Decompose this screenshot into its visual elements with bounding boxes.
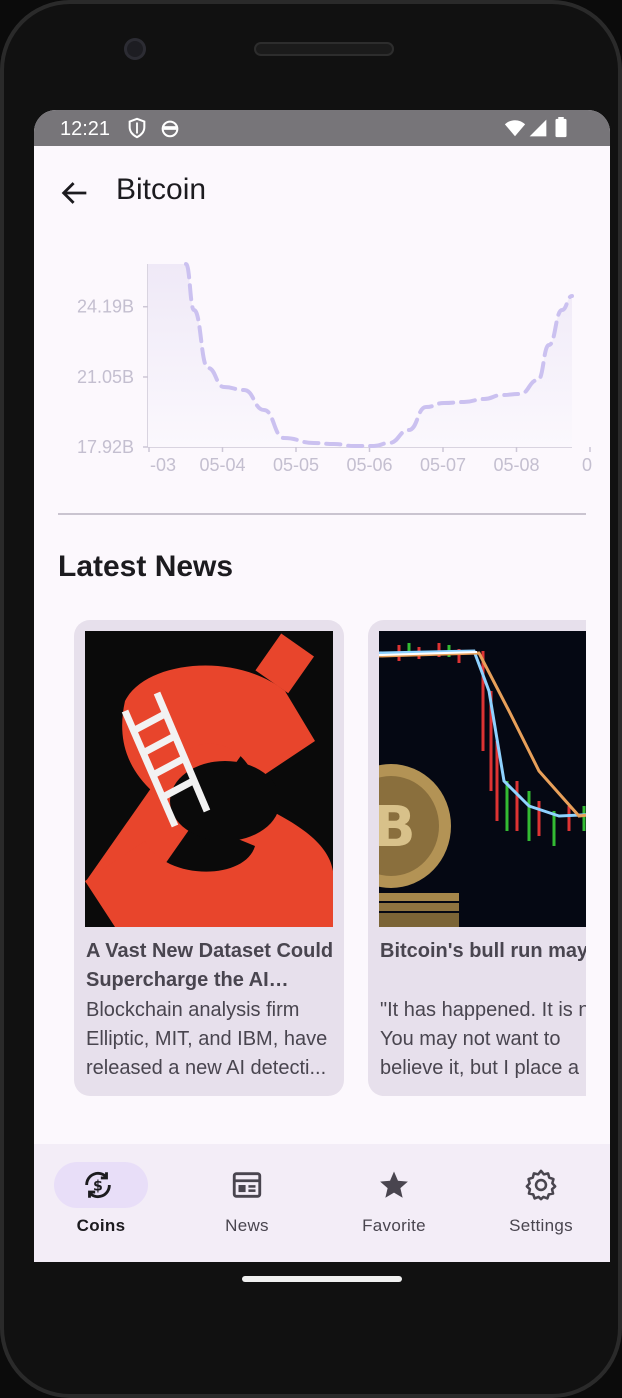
arrow-back-icon[interactable] [58,176,92,210]
status-time: 12:21 [60,118,111,140]
newspaper-icon [232,1172,262,1198]
coins-swap-icon: $ [85,1172,111,1198]
front-camera [124,38,146,60]
news-card[interactable]: B Bitcoin's bull run may b over and the … [368,620,586,1096]
x-tick-label: 05-04 [199,455,245,475]
news-carousel[interactable]: A Vast New Dataset Could Supercharge the… [34,620,586,1100]
earpiece-speaker [254,42,394,56]
wifi-icon [504,120,526,137]
x-tick-label: 05-07 [420,455,466,475]
news-headline: A Vast New Dataset Could Supercharge the… [86,940,334,991]
x-tick-label: 0 [582,455,592,475]
news-image-bitcoin-chart: B [379,631,586,927]
y-tick-label: 24.19B [77,297,134,317]
nav-label-coins: Coins [76,1216,126,1235]
nav-item-settings[interactable]: Settings [474,1144,610,1262]
nav-label-settings: Settings [509,1216,573,1235]
nav-item-news[interactable]: News [180,1144,324,1262]
price-chart[interactable]: 24.19B 21.05B 17.92B -03 05-04 05-05 05-06 05-… [34,250,610,490]
cell-signal-icon [529,119,547,137]
x-tick-label: 05-08 [493,455,539,475]
section-title-latest-news: Latest News [58,550,234,583]
bottom-navigation: $ Coins News Favorite Settings [34,1144,610,1262]
nav-item-favorite[interactable]: Favorite [327,1144,471,1262]
news-card[interactable]: A Vast New Dataset Could Supercharge the… [74,620,344,1096]
news-headline: Bitcoin's bull run may b over and the ne… [380,940,586,962]
x-tick-label: -03 [150,455,176,475]
star-icon [380,1171,408,1198]
status-bar: 12:21 [34,110,610,146]
news-image-bitcoin-ladder [85,631,333,927]
y-tick-label: 17.92B [77,437,134,457]
home-indicator[interactable] [242,1276,402,1282]
x-tick-label: 05-06 [346,455,392,475]
gear-icon [525,1169,557,1201]
chart-area [148,264,572,447]
page-title: Bitcoin [116,173,207,206]
phone-frame: 12:21 Bitcoin 24.19B 21.05B 17.92B -03 0… [0,0,622,1398]
divider [58,513,586,515]
shield-icon [128,117,146,139]
battery-icon [555,117,567,138]
y-tick-label: 21.05B [77,367,134,387]
news-snippet: "It has happened. It is n You may not wa… [380,999,586,1079]
svg-text:$: $ [93,1179,103,1195]
news-snippet: Blockchain analysis firm Elliptic, MIT, … [86,999,328,1079]
svg-text:B: B [379,795,416,860]
app-screen: 12:21 Bitcoin 24.19B 21.05B 17.92B -03 0… [34,110,610,1262]
nav-label-favorite: Favorite [362,1216,426,1235]
nav-label-news: News [225,1216,269,1235]
top-app-bar: Bitcoin [34,146,610,238]
android-face-icon [161,120,179,138]
x-tick-label: 05-05 [273,455,319,475]
nav-item-coins[interactable]: $ Coins [34,1144,178,1262]
